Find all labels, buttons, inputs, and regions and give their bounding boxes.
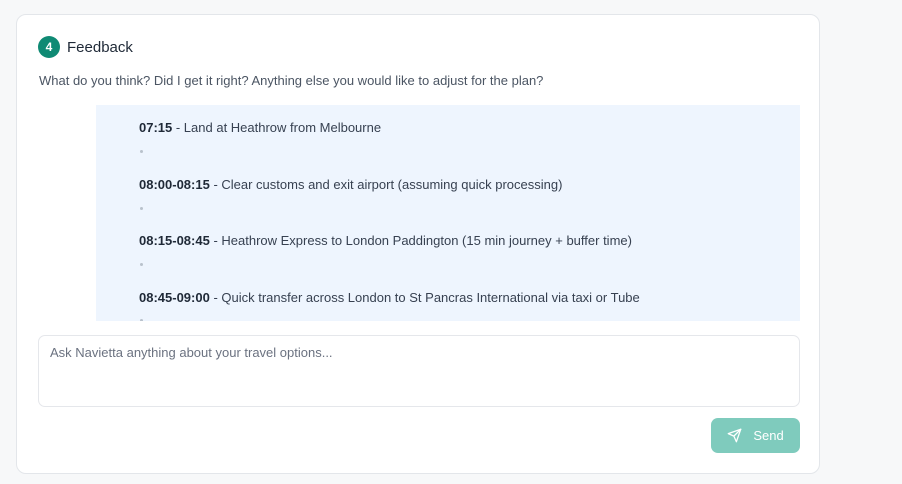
send-icon (727, 428, 742, 443)
plan-item-text: - Clear customs and exit airport (assumi… (209, 177, 563, 192)
plan-item-text: - Land at Heathrow from Melbourne (172, 120, 382, 135)
plan-item-time: 08:45-09:00 (139, 290, 210, 305)
plan-preview: 07:15 - Land at Heathrow from Melbourne … (96, 105, 800, 321)
plan-item: 08:45-09:00 - Quick transfer across Lond… (139, 290, 640, 305)
chat-input[interactable] (38, 335, 800, 407)
feedback-prompt: What do you think? Did I get it right? A… (39, 73, 544, 88)
feedback-header: 4 Feedback (38, 36, 133, 58)
plan-item-time: 08:15-08:45 (139, 233, 210, 248)
plan-item-text: - Quick transfer across London to St Pan… (209, 290, 640, 305)
plan-item: 08:00-08:15 - Clear customs and exit air… (139, 177, 562, 192)
bullet-dot (140, 150, 143, 153)
plan-item-time: 08:00-08:15 (139, 177, 210, 192)
plan-item-text: - Heathrow Express to London Paddington … (209, 233, 632, 248)
send-button-label: Send (753, 428, 784, 443)
feedback-card: 4 Feedback What do you think? Did I get … (16, 14, 820, 474)
send-button[interactable]: Send (711, 418, 800, 453)
plan-item-time: 07:15 (139, 120, 173, 135)
bullet-dot (140, 207, 143, 210)
plan-item: 08:15-08:45 - Heathrow Express to London… (139, 233, 632, 248)
bullet-dot (140, 319, 143, 321)
plan-item: 07:15 - Land at Heathrow from Melbourne (139, 120, 381, 135)
section-title: Feedback (67, 38, 133, 56)
step-number-badge: 4 (38, 36, 60, 58)
bullet-dot (140, 263, 143, 266)
